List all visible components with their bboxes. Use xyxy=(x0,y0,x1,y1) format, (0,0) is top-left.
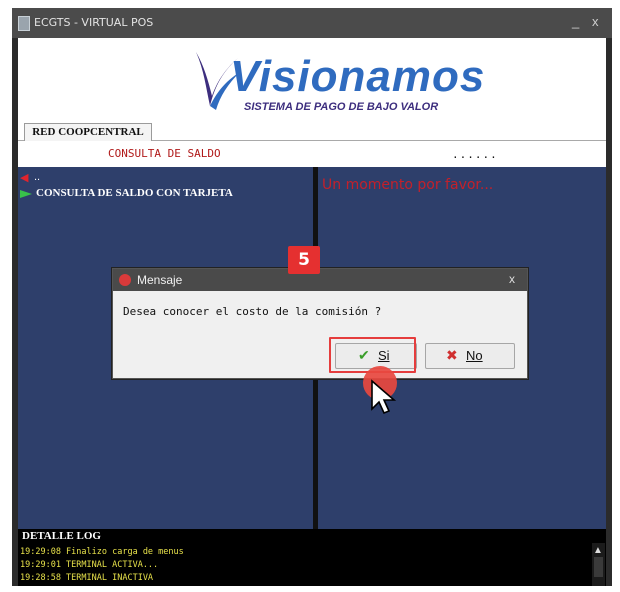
wait-message: Un momento por favor... xyxy=(322,177,494,193)
back-label: .. xyxy=(34,171,41,183)
alert-icon xyxy=(119,274,131,286)
no-button-label: No xyxy=(466,348,483,363)
tab-red-coopcentral[interactable]: RED COOPCENTRAL xyxy=(24,123,152,141)
window-title: ECGTS - VIRTUAL POS xyxy=(34,16,154,29)
mouse-cursor-icon xyxy=(371,379,397,415)
log-line: 19:29:08 Finalizo carga de menus xyxy=(20,547,184,557)
scroll-thumb[interactable] xyxy=(594,557,603,577)
dialog-title: Mensaje xyxy=(137,273,183,287)
tab-strip: RED COOPCENTRAL xyxy=(18,120,606,141)
menu-item-label: CONSULTA DE SALDO CON TARJETA xyxy=(36,187,233,199)
message-dialog: Mensaje x Desea conocer el costo de la c… xyxy=(112,268,528,379)
green-arrow-icon xyxy=(20,190,32,198)
back-menu-item[interactable]: ◀ .. xyxy=(20,171,60,185)
transaction-title: CONSULTA DE SALDO xyxy=(108,147,221,160)
log-header: DETALLE LOG xyxy=(18,529,606,543)
log-panel: DETALLE LOG 19:29:08 Finalizo carga de m… xyxy=(18,529,606,586)
log-scrollbar[interactable]: ▲ xyxy=(592,543,605,586)
dialog-title-bar: Mensaje x xyxy=(113,269,527,291)
brand-tagline: SISTEMA DE PAGO DE BAJO VALOR xyxy=(244,101,439,113)
step-number-badge: 5 xyxy=(288,246,320,274)
log-line: 19:29:01 TERMINAL ACTIVA... xyxy=(20,560,159,570)
title-bar: ECGTS - VIRTUAL POS _ x xyxy=(12,8,612,38)
cross-icon: ✖ xyxy=(446,347,458,363)
dialog-message: Desea conocer el costo de la comisión ? xyxy=(123,305,382,318)
pos-terminal-icon xyxy=(18,16,30,31)
close-button[interactable]: x xyxy=(592,14,599,29)
back-arrow-icon: ◀ xyxy=(20,172,29,184)
brand-banner: Visionamos SISTEMA DE PAGO DE BAJO VALOR xyxy=(18,38,606,120)
scroll-up-icon[interactable]: ▲ xyxy=(593,546,603,556)
brand-logo-text: Visionamos xyxy=(230,52,486,101)
no-button[interactable]: ✖ No xyxy=(425,343,515,369)
dialog-close-button[interactable]: x xyxy=(509,272,515,286)
transaction-header: CONSULTA DE SALDO ...... xyxy=(18,141,606,167)
progress-indicator: ...... xyxy=(452,148,498,161)
minimize-button[interactable]: _ xyxy=(572,14,579,29)
log-line: 19:28:58 TERMINAL INACTIVA xyxy=(20,573,154,583)
